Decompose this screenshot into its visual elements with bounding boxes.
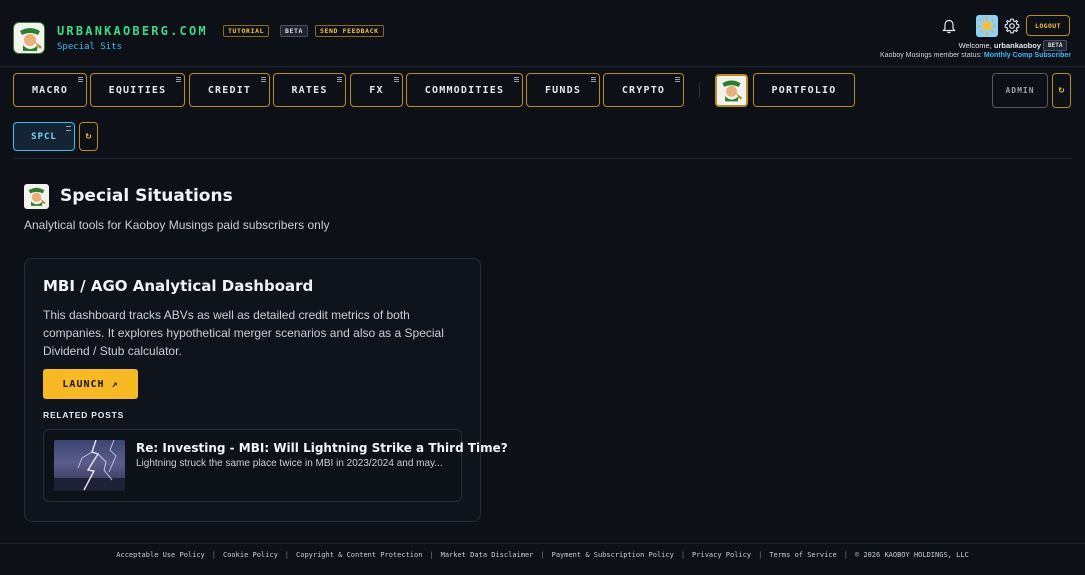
nav-macro[interactable]: MACRO xyxy=(13,73,87,107)
username: urbankaoboy xyxy=(993,41,1041,50)
dashboard-card: MBI / AGO Analytical Dashboard This dash… xyxy=(24,258,508,522)
nav-fx[interactable]: FX xyxy=(350,73,403,107)
brand: URBANKAOBERG.COM Special Sits xyxy=(57,24,208,52)
menu-icon xyxy=(261,77,266,82)
portfolio-logo[interactable] xyxy=(715,74,748,107)
nav-label: CRYPTO xyxy=(621,84,666,96)
page-title: Special Situations xyxy=(60,186,233,206)
logout-button[interactable]: LOGOUT xyxy=(1026,15,1070,36)
footer-copyright: © 2026 KAOBOY HOLDINGS, LLC xyxy=(854,551,969,559)
footer-divider xyxy=(0,543,1085,544)
sun-icon[interactable] xyxy=(976,15,998,37)
send-feedback-button[interactable]: SEND FEEDBACK xyxy=(315,25,384,37)
menu-icon xyxy=(66,126,71,131)
menu-icon xyxy=(337,77,342,82)
footer-separator: | xyxy=(680,551,686,559)
nav-label: EQUITIES xyxy=(108,84,167,96)
footer: Acceptable Use Policy | Cookie Policy | Copy… xyxy=(0,551,1085,559)
nav-label: MACRO xyxy=(31,84,69,96)
nav-commodities[interactable]: COMMODITIES xyxy=(406,73,523,107)
related-posts-heading: RELATED POSTS xyxy=(43,410,125,420)
beta-badge: BETA xyxy=(280,25,309,37)
menu-icon xyxy=(176,77,181,82)
footer-link-cookie[interactable]: Cookie Policy xyxy=(223,551,278,559)
nav-rates[interactable]: RATES xyxy=(273,73,346,107)
footer-link-copyright[interactable]: Copyright & Content Protection xyxy=(296,551,422,559)
nav-portfolio[interactable]: PORTFOLIO xyxy=(753,73,855,107)
menu-icon xyxy=(591,77,596,82)
footer-link-privacy[interactable]: Privacy Policy xyxy=(692,551,751,559)
footer-separator: | xyxy=(843,551,848,559)
gear-icon[interactable] xyxy=(1002,16,1022,36)
welcome-text: Welcome, urbankaoboy xyxy=(959,41,1041,50)
admin-button[interactable]: ADMIN xyxy=(992,73,1048,108)
nav-label: RATES xyxy=(291,84,328,96)
nav-label: PORTFOLIO xyxy=(771,84,837,96)
header: URBANKAOBERG.COM Special Sits TUTORIAL B… xyxy=(0,0,1085,66)
refresh-icon[interactable]: ↻ xyxy=(1052,73,1071,108)
footer-link-market-data[interactable]: Market Data Disclaimer xyxy=(441,551,534,559)
footer-separator: | xyxy=(429,551,434,559)
tab-label: SPCL xyxy=(31,131,57,142)
footer-separator: | xyxy=(758,551,763,559)
brand-title[interactable]: URBANKAOBERG.COM xyxy=(57,24,208,38)
member-status-label: Kaoboy Musings member status: xyxy=(879,52,984,59)
subnav-refresh-icon[interactable]: ↻ xyxy=(79,122,98,151)
footer-separator: | xyxy=(540,551,545,559)
member-status: Kaoboy Musings member status: Monthly Co… xyxy=(880,52,1071,59)
launch-button[interactable]: LAUNCH ↗ xyxy=(43,369,138,399)
page-description: Analytical tools for Kaoboy Musings paid… xyxy=(24,218,330,232)
footer-link-payment[interactable]: Payment & Subscription Policy xyxy=(552,551,674,559)
post-title[interactable]: Re: Investing - MBI: Will Lightning Stri… xyxy=(136,441,508,455)
nav-label: CREDIT xyxy=(207,84,252,96)
menu-icon xyxy=(394,77,399,82)
post-thumbnail xyxy=(54,440,125,491)
brand-subtitle: Special Sits xyxy=(57,42,123,52)
card-description: This dashboard tracks ABVs as well as de… xyxy=(43,308,444,358)
user-beta-badge: BETA xyxy=(1043,40,1068,51)
footer-link-acceptable-use[interactable]: Acceptable Use Policy xyxy=(116,551,205,559)
nav-label: FUNDS xyxy=(544,84,582,96)
footer-separator: | xyxy=(284,551,290,559)
menu-icon xyxy=(78,77,83,82)
nav-label: COMMODITIES xyxy=(424,84,505,96)
related-post[interactable]: Re: Investing - MBI: Will Lightning Stri… xyxy=(43,429,508,502)
header-divider xyxy=(0,66,1085,67)
footer-separator: | xyxy=(211,551,216,559)
footer-link-terms[interactable]: Terms of Service xyxy=(769,551,836,559)
nav-funds[interactable]: FUNDS xyxy=(526,73,600,107)
nav-equities[interactable]: EQUITIES xyxy=(90,73,185,107)
brand-logo[interactable] xyxy=(13,22,45,54)
tutorial-badge[interactable]: TUTORIAL xyxy=(223,25,270,37)
page-logo xyxy=(24,184,49,209)
post-excerpt: Lightning struck the same place twice in… xyxy=(136,458,443,469)
bell-icon[interactable] xyxy=(939,16,959,36)
menu-icon xyxy=(675,77,680,82)
welcome-prefix: Welcome, xyxy=(958,41,994,50)
nav-label: FX xyxy=(369,84,384,96)
menu-icon xyxy=(514,77,519,82)
nav-divider xyxy=(699,82,700,98)
nav-crypto[interactable]: CRYPTO xyxy=(603,73,684,107)
tab-spcl[interactable]: SPCL xyxy=(13,122,75,151)
nav-credit[interactable]: CREDIT xyxy=(189,73,270,107)
card-title: MBI / AGO Analytical Dashboard xyxy=(43,277,314,295)
subnav-divider xyxy=(13,158,1072,159)
member-tier-link[interactable]: Monthly Comp Subscriber xyxy=(984,52,1071,59)
